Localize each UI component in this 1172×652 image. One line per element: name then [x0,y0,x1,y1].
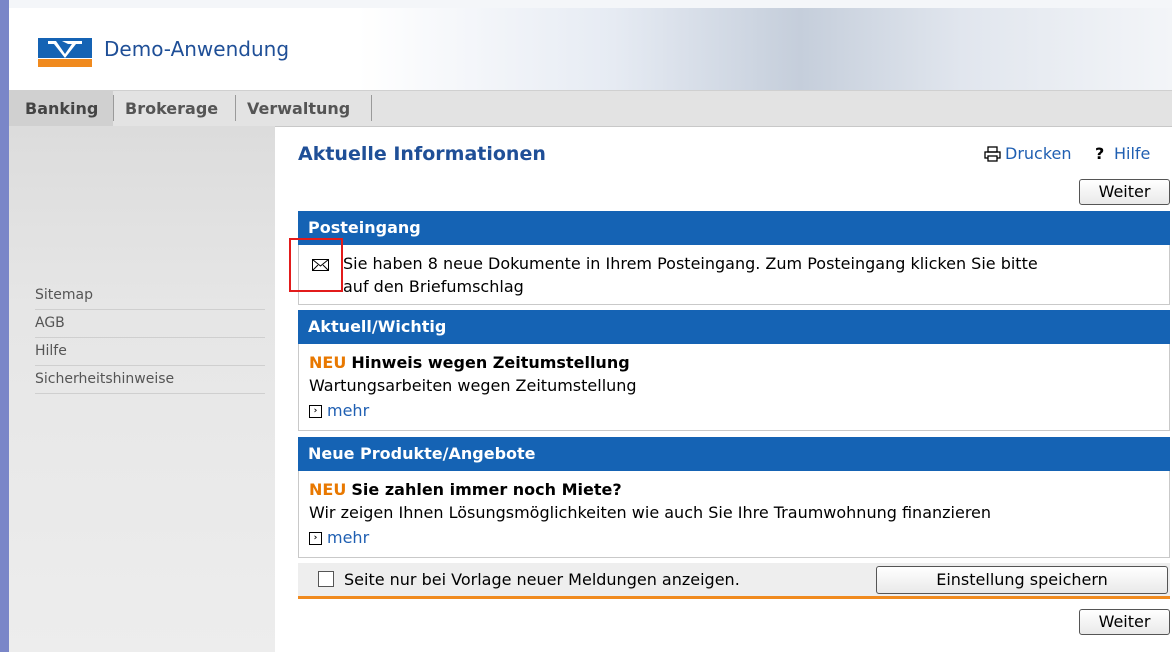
more-link[interactable]: mehr [327,401,369,420]
page-title: Aktuelle Informationen [298,143,546,165]
news-headline: NEU Hinweis wegen Zeitumstellung [309,353,630,372]
product-more[interactable]: › mehr [309,528,369,547]
vr-bank-logo-icon [38,38,92,67]
tab-verwaltung[interactable]: Verwaltung [247,91,350,126]
product-title: Sie zahlen immer noch Miete? [351,480,622,499]
help-icon[interactable]: ? [1095,144,1104,163]
product-headline: NEU Sie zahlen immer noch Miete? [309,480,622,499]
product-text: Wir zeigen Ihnen Lösungsmöglichkeiten wi… [309,503,992,522]
sidebar-item-agb[interactable]: AGB [35,310,265,338]
section-header-produkte: Neue Produkte/Angebote [298,437,1170,471]
section-title: Aktuell/Wichtig [308,317,447,336]
sidebar-item-sicherheitshinweise[interactable]: Sicherheitshinweise [35,366,265,394]
only-new-messages-checkbox[interactable] [318,571,334,587]
tab-separator [113,95,114,121]
more-arrow-icon: › [309,405,322,418]
save-settings-button[interactable]: Einstellung speichern [876,566,1168,594]
print-link[interactable]: Drucken [1005,144,1072,163]
section-header-posteingang: Posteingang [298,211,1170,245]
left-edge-bar [0,0,9,652]
weiter-button-bottom[interactable]: Weiter [1079,609,1170,635]
settings-bar: Seite nur bei Vorlage neuer Meldungen an… [298,563,1170,599]
header-top-strip [9,0,1172,8]
main-tab-bar: Banking Brokerage Verwaltung [9,90,1172,127]
section-body-posteingang: Sie haben 8 neue Dokumente in Ihrem Post… [298,245,1170,305]
checkbox-label[interactable]: Seite nur bei Vorlage neuer Meldungen an… [344,570,740,589]
inbox-message-line2: auf den Briefumschlag [343,277,524,296]
highlight-box [289,238,343,292]
help-link[interactable]: Hilfe [1114,144,1150,163]
tab-banking[interactable]: Banking [9,91,113,126]
more-link[interactable]: mehr [327,528,369,547]
sidebar-item-sitemap[interactable]: Sitemap [35,282,265,310]
tab-brokerage[interactable]: Brokerage [125,91,218,126]
new-badge: NEU [309,480,347,499]
tab-separator [371,95,372,121]
section-body-produkte: NEU Sie zahlen immer noch Miete? Wir zei… [298,471,1170,558]
weiter-button-top[interactable]: Weiter [1079,179,1170,205]
news-more[interactable]: › mehr [309,401,369,420]
news-title: Hinweis wegen Zeitumstellung [351,353,630,372]
new-badge: NEU [309,353,347,372]
inbox-message-line1: Sie haben 8 neue Dokumente in Ihrem Post… [343,254,1038,273]
tab-separator [235,95,236,121]
news-text: Wartungsarbeiten wegen Zeitumstellung [309,376,637,395]
section-header-aktuell: Aktuell/Wichtig [298,310,1170,344]
sidebar: Sitemap AGB Hilfe Sicherheitshinweise [9,126,275,652]
section-title: Neue Produkte/Angebote [308,444,536,463]
sidebar-item-hilfe[interactable]: Hilfe [35,338,265,366]
section-title: Posteingang [308,218,421,237]
print-icon[interactable] [984,146,1001,166]
section-body-aktuell: NEU Hinweis wegen Zeitumstellung Wartung… [298,344,1170,431]
app-title: Demo-Anwendung [104,37,290,61]
more-arrow-icon: › [309,532,322,545]
